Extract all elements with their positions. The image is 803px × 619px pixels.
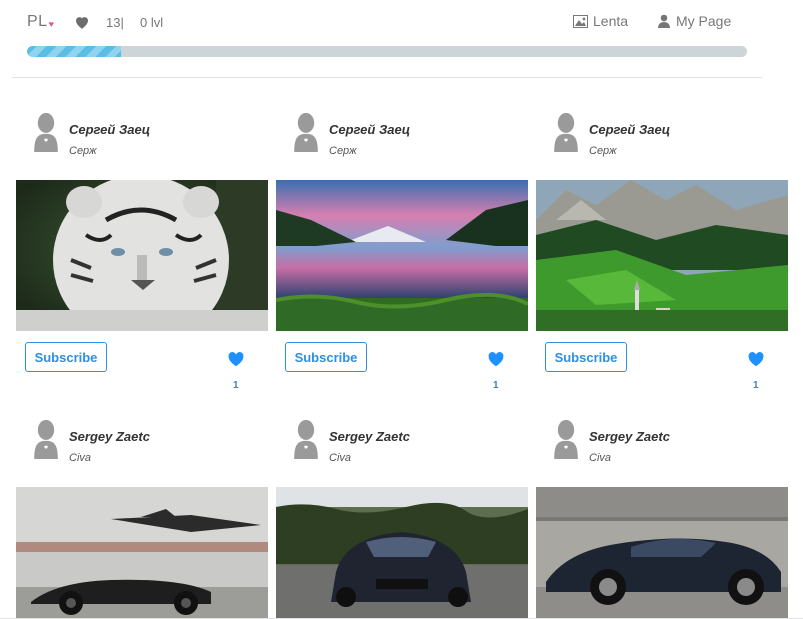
- avatar-icon: [291, 112, 321, 152]
- post-photo-supercar-front[interactable]: [276, 487, 528, 618]
- post-photo-alpine-valley[interactable]: [536, 180, 788, 331]
- avatar-icon: [31, 112, 61, 152]
- logo-text: PL: [27, 13, 48, 30]
- author-nick: Серж: [589, 145, 617, 157]
- author-name: Sergey Zaetc: [69, 429, 150, 444]
- post-photo-white-tiger[interactable]: [16, 180, 268, 331]
- like-heart-icon[interactable]: [227, 351, 245, 367]
- avatar-icon: [31, 419, 61, 459]
- author-nick: Серж: [69, 145, 97, 157]
- like-heart-icon[interactable]: [73, 13, 91, 31]
- post-photo-mountain-lake[interactable]: [276, 180, 528, 331]
- subscribe-button[interactable]: Subscribe: [25, 342, 107, 372]
- likes-count: 13|: [106, 15, 124, 30]
- author-name: Sergey Zaetc: [329, 429, 410, 444]
- like-count: 1: [753, 380, 759, 391]
- logo-heart-icon: ♥: [48, 19, 55, 29]
- like-count: 1: [233, 380, 239, 391]
- post-photo-supercar-side[interactable]: [536, 487, 788, 618]
- image-icon: [573, 14, 588, 28]
- avatar-icon: [551, 419, 581, 459]
- post-photo-car-and-jet[interactable]: [16, 487, 268, 618]
- nav-lenta[interactable]: Lenta: [573, 13, 628, 29]
- avatar-icon: [291, 419, 321, 459]
- post-author[interactable]: Sergey Zaetc Civa: [551, 419, 771, 469]
- author-nick: Civa: [589, 452, 612, 464]
- like-heart-icon[interactable]: [487, 351, 505, 367]
- author-name: Сергей Заец: [69, 122, 151, 137]
- progress-bar: [27, 46, 747, 57]
- like-heart-icon[interactable]: [747, 351, 765, 367]
- post-author[interactable]: Сергей Заец Серж: [551, 112, 771, 162]
- avatar-icon: [551, 112, 581, 152]
- subscribe-button[interactable]: Subscribe: [285, 342, 367, 372]
- top-bar: PL♥ 13| 0 lvl Lenta My Page: [0, 0, 803, 80]
- post-author[interactable]: Sergey Zaetc Civa: [291, 419, 511, 469]
- author-name: Сергей Заец: [329, 122, 411, 137]
- author-name: Сергей Заец: [589, 122, 671, 137]
- level-indicator: 0 lvl: [140, 15, 164, 30]
- progress-fill: [27, 46, 121, 57]
- post-author[interactable]: Sergey Zaetc Civa: [31, 419, 251, 469]
- nav-lenta-label: Lenta: [593, 13, 629, 29]
- post-author[interactable]: Сергей Заец Серж: [291, 112, 511, 162]
- author-nick: Civa: [69, 452, 92, 464]
- post-author[interactable]: Сергей Заец Серж: [31, 112, 251, 162]
- user-icon: [658, 14, 670, 28]
- nav-my-page-label: My Page: [676, 13, 732, 29]
- nav-my-page[interactable]: My Page: [657, 13, 731, 29]
- logo[interactable]: PL♥: [27, 13, 54, 31]
- author-nick: Серж: [329, 145, 357, 157]
- like-count: 1: [493, 380, 499, 391]
- divider: [12, 77, 762, 78]
- author-nick: Civa: [329, 452, 352, 464]
- subscribe-button[interactable]: Subscribe: [545, 342, 627, 372]
- author-name: Sergey Zaetc: [589, 429, 670, 444]
